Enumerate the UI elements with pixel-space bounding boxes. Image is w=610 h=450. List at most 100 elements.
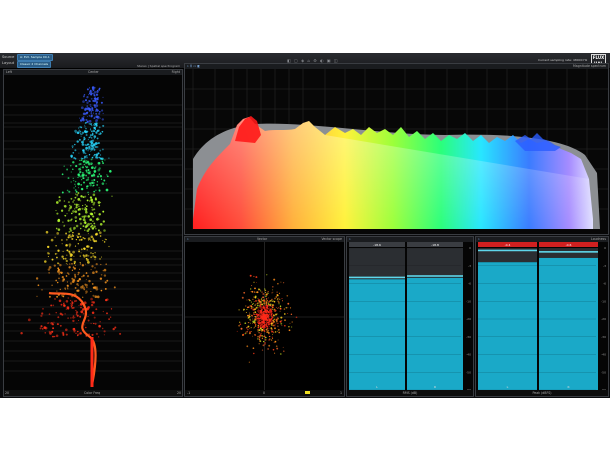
history-particle xyxy=(69,302,71,304)
vector-point xyxy=(266,299,268,302)
history-particle xyxy=(94,110,97,112)
vector-point xyxy=(262,317,264,319)
vector-point xyxy=(252,306,254,308)
history-particle xyxy=(101,327,104,330)
vector-point xyxy=(259,314,261,316)
history-particle xyxy=(76,193,79,196)
vector-point xyxy=(265,302,267,304)
history-particle xyxy=(52,327,55,330)
vector-point xyxy=(252,308,255,311)
history-particle xyxy=(75,300,77,302)
spatial-history-plot[interactable] xyxy=(4,75,182,391)
vector-point xyxy=(277,325,279,327)
history-particle xyxy=(71,301,74,305)
history-particle xyxy=(74,196,77,199)
history-particle xyxy=(85,290,88,293)
history-particle xyxy=(100,273,103,276)
layout-select[interactable]: Classic 2 Channels xyxy=(17,61,52,68)
history-particle xyxy=(74,277,76,279)
vector-point xyxy=(258,307,260,309)
history-particle xyxy=(40,325,43,328)
history-particle xyxy=(93,212,96,214)
history-particle xyxy=(98,324,101,328)
history-particle xyxy=(62,332,65,334)
history-particle xyxy=(90,105,92,108)
vector-point xyxy=(242,333,245,336)
vector-point xyxy=(262,293,265,295)
history-particle xyxy=(88,279,91,283)
history-particle xyxy=(82,160,85,163)
history-particle xyxy=(61,313,64,316)
vector-point xyxy=(259,303,262,305)
vector-point xyxy=(247,325,250,328)
vector-point xyxy=(265,298,268,300)
vector-point xyxy=(256,302,259,305)
history-particle xyxy=(103,330,106,333)
history-particle xyxy=(42,308,44,310)
history-particle xyxy=(77,280,80,282)
vector-point xyxy=(253,281,255,284)
history-particle xyxy=(102,240,104,242)
vector-point xyxy=(249,327,251,330)
history-particle xyxy=(95,122,98,126)
meter-scale-label: -40 xyxy=(466,353,471,357)
history-particle xyxy=(82,100,85,103)
vector-scope-plot[interactable] xyxy=(185,242,344,392)
history-particle xyxy=(53,335,56,338)
history-particle xyxy=(100,101,103,104)
meter-right-channel: R xyxy=(434,385,436,389)
vector-color-swatch[interactable] xyxy=(305,391,310,394)
vector-point xyxy=(283,282,285,284)
vector-point xyxy=(264,289,267,292)
history-particle xyxy=(77,243,79,245)
history-particle xyxy=(73,267,77,270)
history-particle xyxy=(47,245,50,249)
history-particle xyxy=(95,232,99,236)
vector-point xyxy=(253,296,255,298)
history-mode-label: Stereo | Spatial spectrogram xyxy=(136,64,180,68)
history-particle xyxy=(86,258,89,262)
history-particle xyxy=(83,237,86,240)
history-particle xyxy=(41,328,44,330)
history-particle xyxy=(93,91,97,94)
history-particle xyxy=(51,284,53,287)
history-particle xyxy=(88,255,90,257)
history-particle xyxy=(49,332,52,335)
history-particle xyxy=(91,124,93,127)
history-particle xyxy=(76,283,79,286)
vector-point xyxy=(268,327,270,329)
history-particle xyxy=(90,158,93,161)
history-particle xyxy=(86,249,88,251)
history-particle xyxy=(78,278,82,281)
history-particle xyxy=(105,238,107,241)
vector-point xyxy=(262,320,264,322)
vector-point xyxy=(247,306,250,309)
vector-point xyxy=(271,321,273,323)
history-particle xyxy=(78,217,82,221)
history-particle xyxy=(77,182,80,186)
history-particle xyxy=(68,273,70,275)
history-particle xyxy=(98,112,101,115)
history-particle xyxy=(77,330,79,333)
vector-point xyxy=(257,326,260,329)
history-particle xyxy=(65,238,68,241)
source-select[interactable]: A: Ext. Sample 00-1 xyxy=(17,54,53,61)
history-particle xyxy=(96,145,99,149)
vector-point xyxy=(262,305,265,308)
history-particle xyxy=(82,196,85,199)
history-particle xyxy=(86,116,88,118)
vector-point xyxy=(256,313,258,315)
history-particle xyxy=(67,177,70,180)
history-particle xyxy=(82,296,84,298)
history-particle xyxy=(65,243,69,247)
history-particle xyxy=(90,303,94,307)
history-particle xyxy=(86,105,88,107)
spectrum-plot[interactable] xyxy=(185,69,608,234)
history-particle xyxy=(55,210,57,212)
history-particle xyxy=(93,124,96,126)
vector-footer-right: 1 xyxy=(339,391,342,395)
history-particle xyxy=(39,327,42,330)
vector-point xyxy=(278,306,280,308)
vector-point xyxy=(287,307,289,309)
history-particle xyxy=(97,129,100,132)
